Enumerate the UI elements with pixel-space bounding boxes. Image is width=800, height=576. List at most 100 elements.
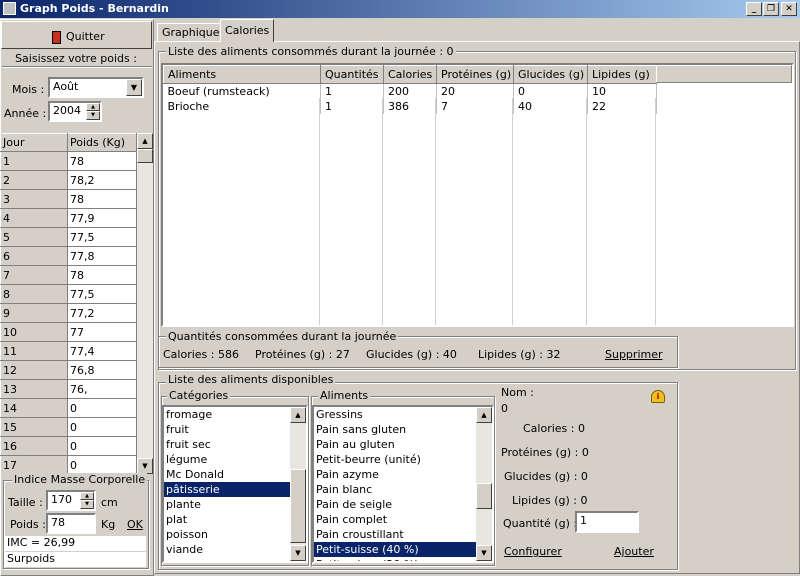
list-item[interactable]: Pain au gluten [314,437,476,452]
list-item[interactable]: Gressins [314,407,476,422]
table-row[interactable]: 15 0 [0,417,137,437]
col-header-weight[interactable]: Poids (Kg) [67,133,137,152]
weight-cell[interactable]: 78,2 [67,170,137,190]
weight-cell[interactable]: 77,5 [67,227,137,247]
quit-button[interactable]: Quitter [1,21,152,49]
weight-cell[interactable]: 0 [67,398,137,418]
weight-cell[interactable]: 0 [67,417,137,437]
list-item[interactable]: plante [164,497,290,512]
spin-up-icon[interactable]: ▲ [86,103,100,111]
table-row[interactable]: 8 77,5 [0,284,137,304]
add-button[interactable]: Ajouter [614,545,654,558]
delete-button[interactable]: Supprimer [605,348,663,361]
scroll-thumb[interactable] [476,483,492,509]
spin-down-icon[interactable]: ▼ [80,500,94,509]
weight-cell[interactable]: 77,5 [67,284,137,304]
list-item[interactable]: Pain azyme [314,467,476,482]
foods-scrollbar[interactable]: ▲ ▼ [476,407,492,561]
tab-graphique[interactable]: Graphique [157,23,225,41]
month-select[interactable]: Août ▼ [48,77,144,98]
scroll-thumb[interactable] [290,469,306,543]
list-item[interactable]: Pain de seigle [314,497,476,512]
weight-cell[interactable]: 0 [67,436,137,456]
weight-cell[interactable]: 78 [67,265,137,285]
table-row[interactable]: 5 77,5 [0,227,137,247]
weight-cell[interactable]: 77,2 [67,303,137,323]
list-item[interactable]: légume [164,452,290,467]
scroll-up-icon[interactable]: ▲ [137,133,153,149]
table-row[interactable]: 12 76,8 [0,360,137,380]
weight-scrollbar[interactable]: ▲ ▼ [137,133,153,474]
table-row[interactable]: 17 0 [0,455,137,474]
list-item[interactable]: fruit [164,422,290,437]
scroll-thumb[interactable] [137,149,153,163]
list-item[interactable]: plat [164,512,290,527]
list-item[interactable]: Pain croustillant [314,527,476,542]
col-header-quantites[interactable]: Quantités [320,65,384,84]
info-icon[interactable]: i [651,390,665,403]
list-item[interactable]: pâtisserie [164,482,290,497]
list-item[interactable]: poisson [164,527,290,542]
list-item[interactable]: viande [164,542,290,557]
col-header-lipides[interactable]: Lipides (g) [587,65,657,84]
list-item[interactable]: Petit-beurre (unité) [314,452,476,467]
weight-cell[interactable]: 77,8 [67,246,137,266]
minimize-button[interactable]: _ [746,2,762,16]
weight-input[interactable]: 78 [46,513,96,534]
scroll-down-icon[interactable]: ▼ [290,545,306,561]
height-spinner[interactable]: 170 ▲ ▼ [46,490,96,511]
list-item[interactable]: Petit-suisse (20 %) [314,557,476,561]
chevron-down-icon[interactable]: ▼ [126,79,142,96]
tab-calories[interactable]: Calories [220,19,275,42]
spin-up-icon[interactable]: ▲ [80,492,94,500]
table-row[interactable]: 4 77,9 [0,208,137,228]
list-item[interactable]: fromage [164,407,290,422]
col-header-day[interactable]: Jour [0,133,68,152]
table-row[interactable]: 9 77,2 [0,303,137,323]
table-row[interactable]: 10 77 [0,322,137,342]
table-row[interactable]: 16 0 [0,436,137,456]
spin-down-icon[interactable]: ▼ [86,111,100,120]
year-spinner[interactable]: 2004 ▲ ▼ [48,101,102,122]
weight-cell[interactable]: 76,8 [67,360,137,380]
list-item[interactable]: Pain sans gluten [314,422,476,437]
col-header-calories[interactable]: Calories [383,65,437,84]
weight-cell[interactable]: 77,4 [67,341,137,361]
restore-button[interactable]: ❐ [763,2,779,16]
col-header-glucides[interactable]: Glucides (g) [513,65,588,84]
table-row[interactable]: Boeuf (rumsteack) 1 200 20 0 10 [163,83,657,99]
configure-button[interactable]: Configurer [504,545,562,558]
close-button[interactable]: ✕ [781,2,797,16]
table-row[interactable]: 11 77,4 [0,341,137,361]
scroll-up-icon[interactable]: ▲ [290,407,306,423]
scroll-down-icon[interactable]: ▼ [476,545,492,561]
table-row[interactable]: 14 0 [0,398,137,418]
weight-cell[interactable]: 78 [67,151,137,171]
list-item[interactable]: Pain blanc [314,482,476,497]
ok-button[interactable]: OK [127,518,143,531]
list-item[interactable]: Pain complet [314,512,476,527]
quantity-input[interactable]: 1 [575,511,639,533]
categories-list[interactable]: fromage fruit fruit sec légume Mc Donald pâti… [162,405,308,563]
list-item[interactable]: Petit-suisse (40 %) [314,542,476,557]
list-item[interactable]: Mc Donald [164,467,290,482]
table-row[interactable]: 6 77,8 [0,246,137,266]
table-row[interactable]: 3 78 [0,189,137,209]
table-row[interactable]: 2 78,2 [0,170,137,190]
weight-cell[interactable]: 0 [67,455,137,474]
list-item[interactable]: fruit sec [164,437,290,452]
weight-cell[interactable]: 76, [67,379,137,399]
col-header-aliments[interactable]: Aliments [163,65,321,84]
total-glucides: Glucides (g) : 40 [366,348,457,361]
weight-cell[interactable]: 77,9 [67,208,137,228]
scroll-down-icon[interactable]: ▼ [137,458,153,474]
weight-cell[interactable]: 78 [67,189,137,209]
weight-cell[interactable]: 77 [67,322,137,342]
categories-scrollbar[interactable]: ▲ ▼ [290,407,306,561]
table-row[interactable]: 1 78 [0,151,137,171]
table-row[interactable]: 13 76, [0,379,137,399]
scroll-up-icon[interactable]: ▲ [476,407,492,423]
col-header-proteines[interactable]: Protéines (g) [436,65,514,84]
table-row[interactable]: 7 78 [0,265,137,285]
foods-list[interactable]: Gressins Pain sans gluten Pain au gluten Pe… [312,405,494,563]
